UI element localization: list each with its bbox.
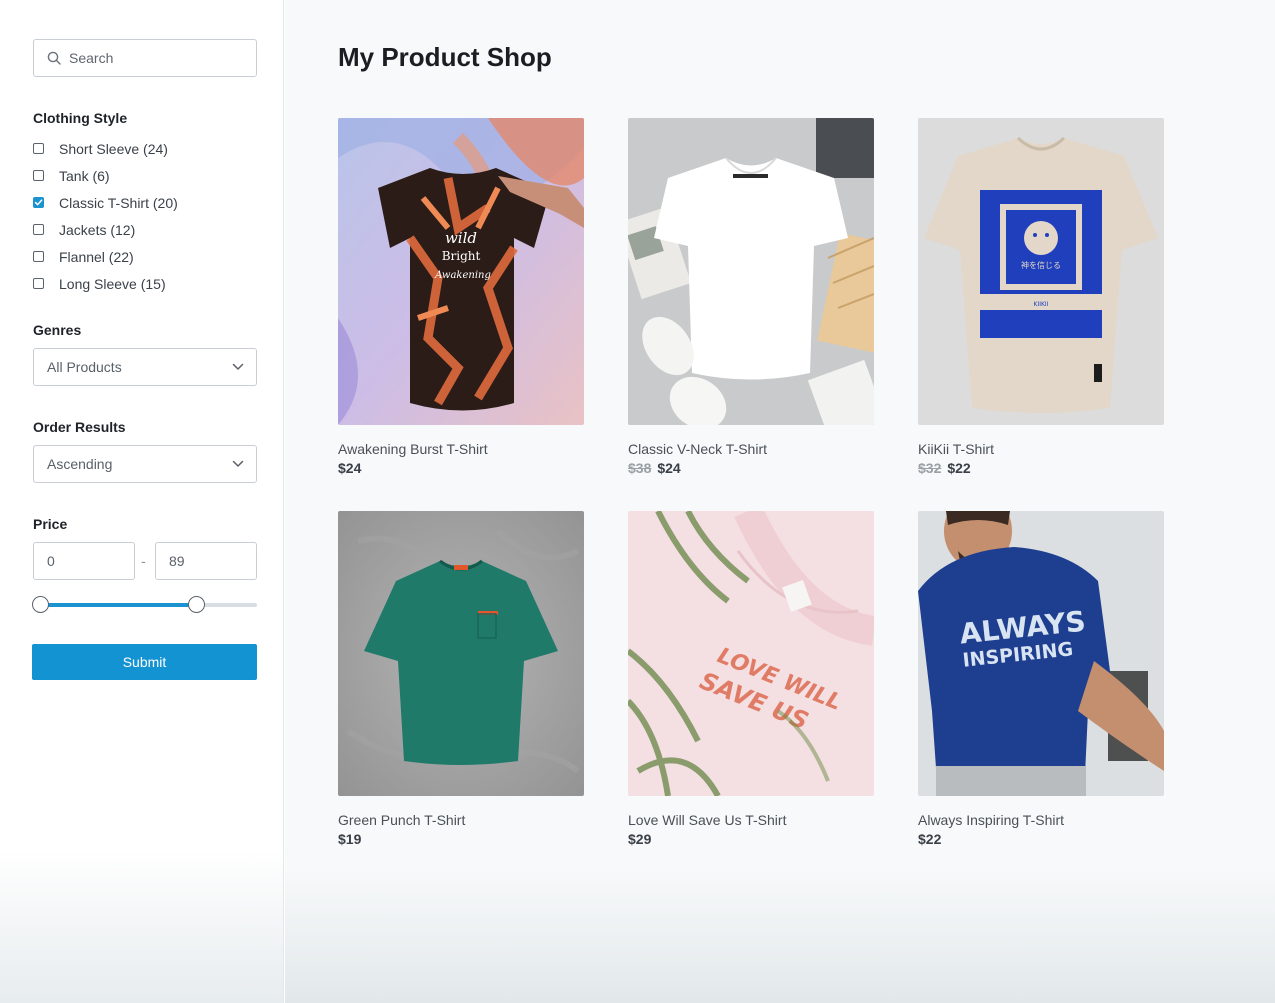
product-area: My Product Shop wild Bright Awakening Aw… (285, 0, 1275, 1003)
checkbox[interactable] (33, 251, 44, 262)
product-name[interactable]: Awakening Burst T-Shirt (338, 440, 584, 458)
product-image-green-shirt[interactable] (338, 511, 584, 796)
shirt-print-text: 神を信じる (1021, 260, 1061, 270)
product-price: $32 $22 (918, 459, 1164, 477)
order-select[interactable]: Ascending (33, 445, 257, 483)
product-current-price: $19 (338, 831, 362, 847)
product-image-original-print-shirt[interactable]: 神を信じる ORIGINAL KIIKII (918, 118, 1164, 425)
price-slider-min-handle[interactable] (32, 596, 49, 613)
genres-selected-value: All Products (47, 359, 122, 375)
product-current-price: $24 (338, 460, 362, 476)
order-selected-value: Ascending (47, 456, 113, 472)
product-price: $29 (628, 830, 874, 848)
price-range-separator: - (141, 553, 146, 569)
product-name[interactable]: Love Will Save Us T-Shirt (628, 811, 874, 829)
product-card[interactable]: Classic V-Neck T-Shirt $38 $24 (628, 118, 874, 477)
style-option-label: Tank (6) (59, 167, 110, 184)
chevron-down-icon (232, 363, 244, 370)
clothing-style-heading: Clothing Style (33, 110, 128, 126)
product-image-white-vneck-shirt[interactable] (628, 118, 874, 425)
price-max-input[interactable] (155, 542, 257, 580)
style-option-tank[interactable]: Tank (6) (33, 162, 178, 189)
style-option-label: Flannel (22) (59, 248, 134, 265)
style-option-short-sleeve[interactable]: Short Sleeve (24) (33, 135, 178, 162)
search-input[interactable] (69, 50, 239, 66)
clothing-style-list: Short Sleeve (24) Tank (6) Classic T-Shi… (33, 135, 178, 297)
genres-heading: Genres (33, 322, 82, 338)
product-image-blue-model-shirt[interactable]: ALWAYS INSPIRING (918, 511, 1164, 796)
style-option-jackets[interactable]: Jackets (12) (33, 216, 178, 243)
price-slider-fill (40, 603, 197, 607)
product-old-price: $32 (918, 460, 942, 476)
checkbox[interactable] (33, 278, 44, 289)
filter-sidebar: Clothing Style Short Sleeve (24) Tank (6… (0, 0, 284, 1003)
product-image-pink-slogan-shirt[interactable]: LOVE WILL SAVE US (628, 511, 874, 796)
style-option-label: Jackets (12) (59, 221, 136, 238)
genres-select[interactable]: All Products (33, 348, 257, 386)
style-option-classic-t-shirt[interactable]: Classic T-Shirt (20) (33, 189, 178, 216)
shirt-print-text: ORIGINAL (981, 311, 1101, 336)
style-option-label: Classic T-Shirt (20) (59, 194, 178, 211)
checkbox[interactable] (33, 224, 44, 235)
page-title: My Product Shop (338, 42, 552, 72)
product-price: $22 (918, 830, 1164, 848)
checkbox[interactable] (33, 143, 44, 154)
product-name[interactable]: Classic V-Neck T-Shirt (628, 440, 874, 458)
search-icon (47, 51, 61, 65)
check-icon (34, 199, 43, 206)
checkbox[interactable] (33, 170, 44, 181)
product-name[interactable]: Green Punch T-Shirt (338, 811, 584, 829)
product-price: $24 (338, 459, 584, 477)
product-price: $38 $24 (628, 459, 874, 477)
shirt-print-text: wild (445, 229, 477, 247)
style-option-label: Short Sleeve (24) (59, 140, 168, 157)
product-name[interactable]: KiiKii T-Shirt (918, 440, 1164, 458)
search-field[interactable] (33, 39, 257, 77)
shirt-print-text: Awakening (434, 270, 491, 281)
product-card[interactable]: ALWAYS INSPIRING Always Inspiring T-Shir… (918, 511, 1164, 848)
price-min-input[interactable] (33, 542, 135, 580)
price-slider-max-handle[interactable] (188, 596, 206, 613)
submit-button[interactable]: Submit (32, 644, 257, 680)
product-card[interactable]: Green Punch T-Shirt $19 (338, 511, 584, 848)
product-image-tie-dye-shirt[interactable]: wild Bright Awakening (338, 118, 584, 425)
style-option-long-sleeve[interactable]: Long Sleeve (15) (33, 270, 178, 297)
product-name[interactable]: Always Inspiring T-Shirt (918, 811, 1164, 829)
shirt-print-text: Bright (442, 249, 481, 263)
style-option-label: Long Sleeve (15) (59, 275, 166, 292)
shirt-print-text: KIIKII (1034, 301, 1049, 308)
checkbox-checked[interactable] (33, 197, 44, 208)
product-current-price: $29 (628, 831, 652, 847)
product-card[interactable]: wild Bright Awakening Awakening Burst T-… (338, 118, 584, 477)
order-results-heading: Order Results (33, 419, 126, 435)
product-card[interactable]: LOVE WILL SAVE US Love Will Save Us T-Sh… (628, 511, 874, 848)
product-current-price: $22 (918, 831, 942, 847)
product-old-price: $38 (628, 460, 652, 476)
price-heading: Price (33, 516, 68, 532)
product-card[interactable]: 神を信じる ORIGINAL KIIKII KiiKii T-Shirt $32… (918, 118, 1164, 477)
chevron-down-icon (232, 460, 244, 467)
style-option-flannel[interactable]: Flannel (22) (33, 243, 178, 270)
product-price: $19 (338, 830, 584, 848)
product-current-price: $24 (657, 460, 681, 476)
product-current-price: $22 (947, 460, 971, 476)
